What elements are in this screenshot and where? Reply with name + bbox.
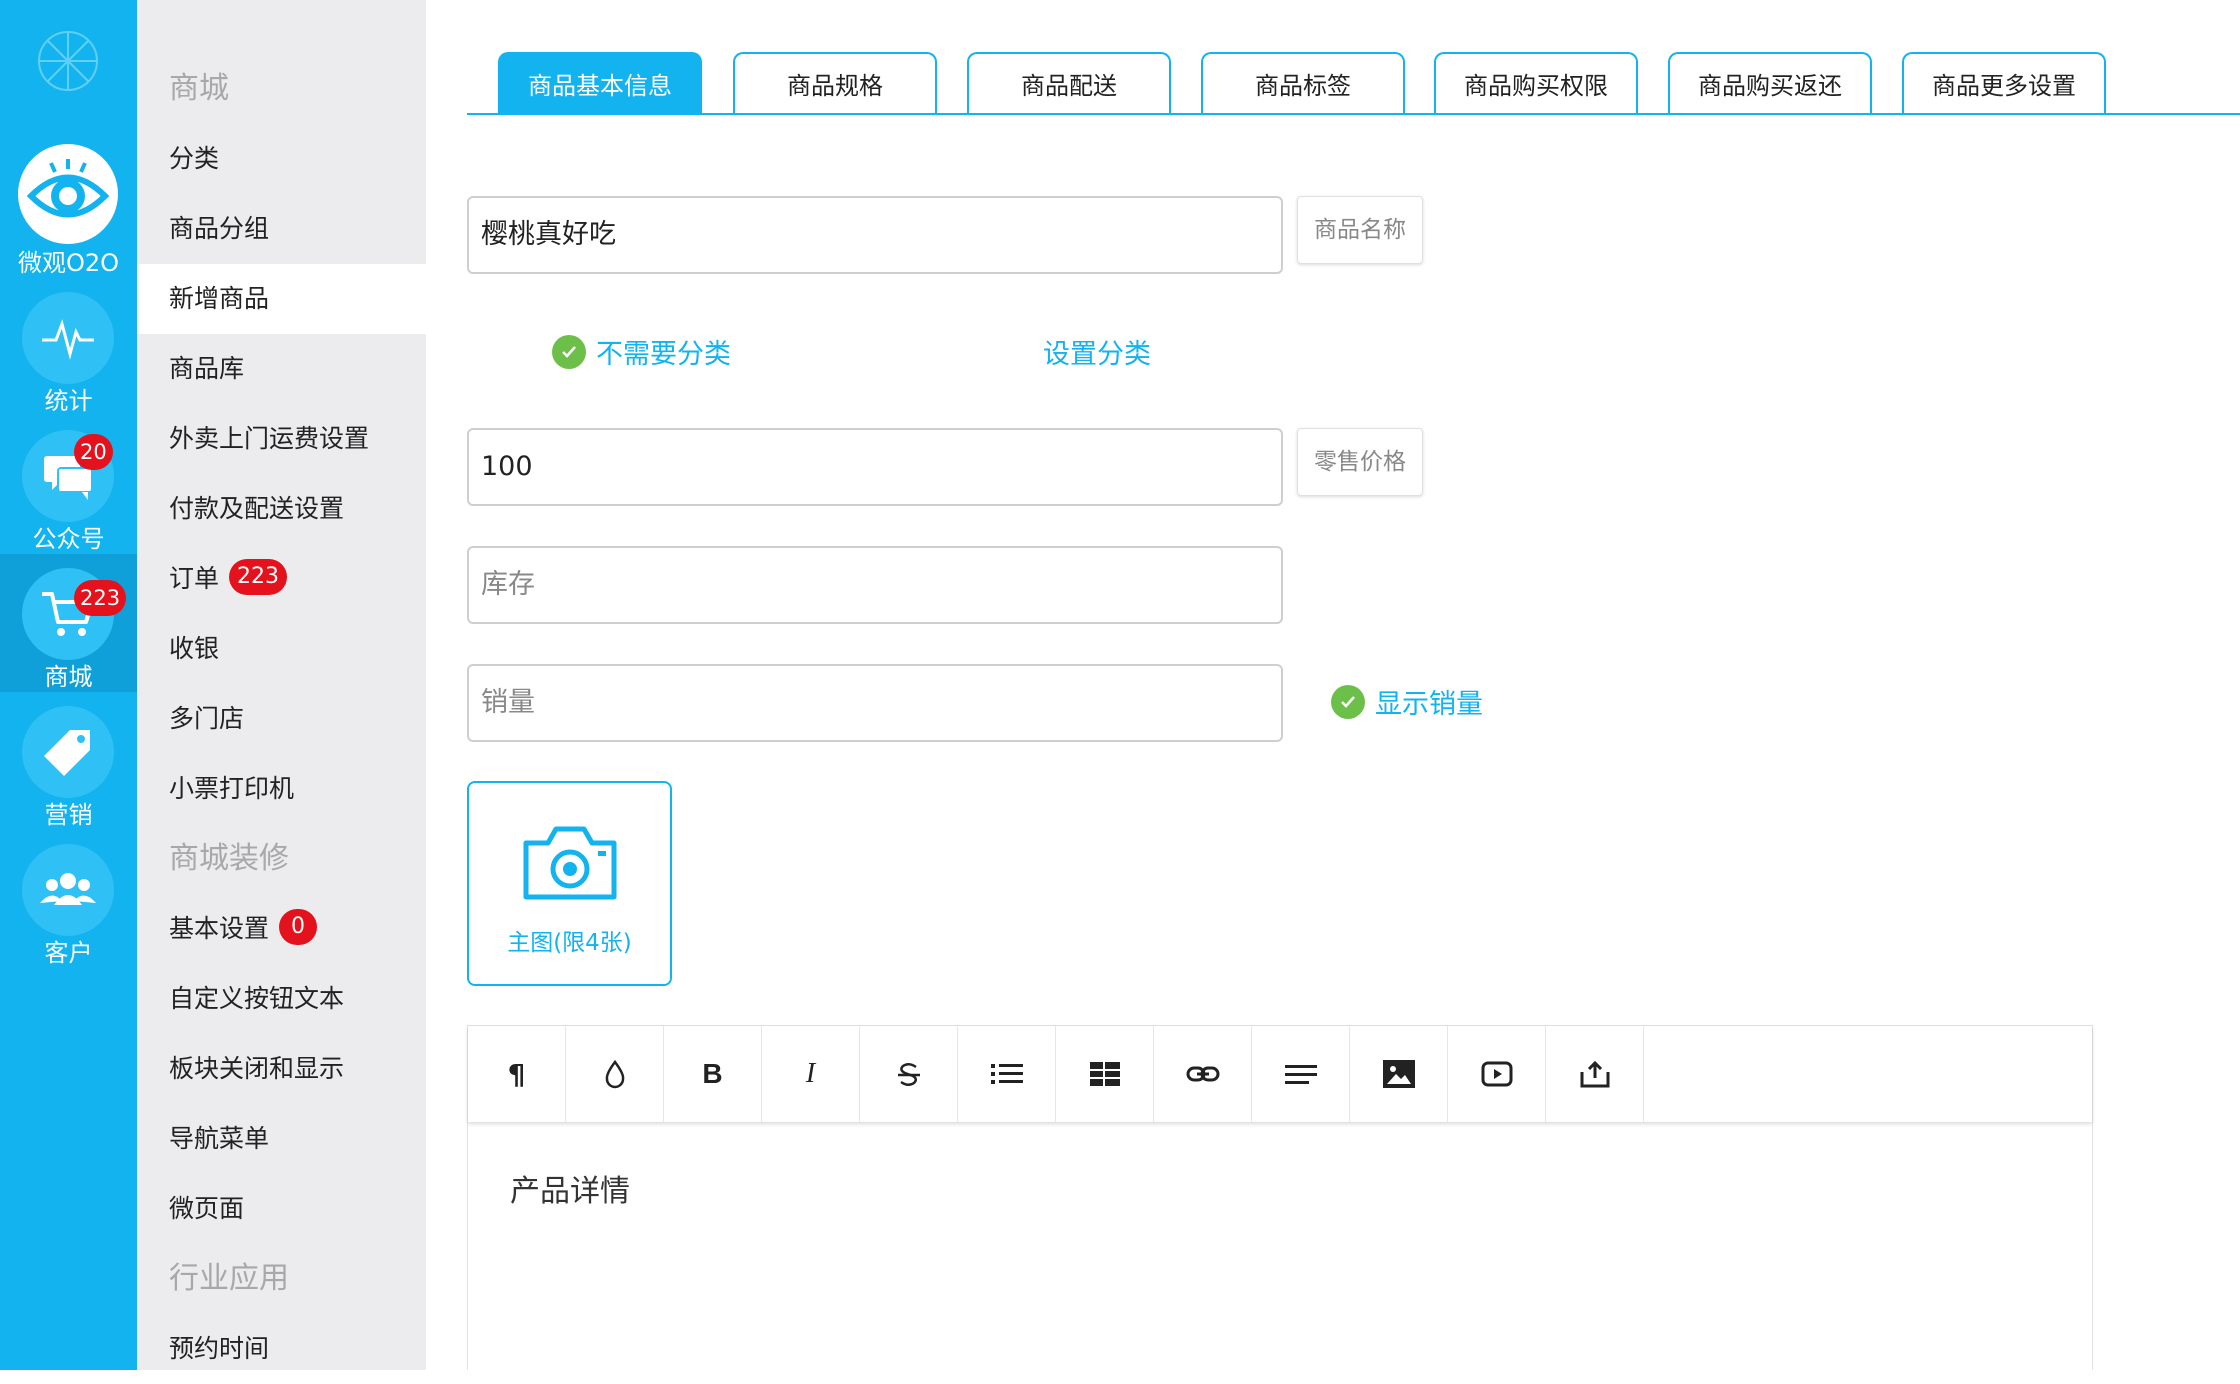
list-icon [990, 1064, 1023, 1084]
settings-badge: 0 [279, 909, 318, 945]
product-name-label: 商品名称 [1297, 196, 1423, 264]
editor-body-placeholder[interactable]: 产品详情 [510, 1166, 630, 1210]
align-button[interactable] [1252, 1026, 1350, 1122]
menu-item-basic-settings[interactable]: 基本设置 0 [137, 894, 426, 964]
rail-label: 商城 [44, 663, 93, 691]
rail-item-wechat[interactable]: 20 公众号 [0, 416, 137, 554]
notification-badge: 223 [74, 580, 127, 616]
tab-delivery[interactable]: 商品配送 [967, 52, 1171, 114]
menu-item-label: 订单 [169, 564, 220, 593]
tab-basic-info[interactable]: 商品基本信息 [498, 52, 702, 114]
check-icon [1331, 684, 1365, 719]
image-button[interactable] [1350, 1026, 1448, 1122]
menu-item-micro-page[interactable]: 微页面 [137, 1174, 426, 1244]
video-icon [1481, 1061, 1512, 1087]
rail-label: 公众号 [32, 525, 105, 553]
menu-item-custom-button-text[interactable]: 自定义按钮文本 [137, 964, 426, 1034]
menu-item-block-toggle[interactable]: 板块关闭和显示 [137, 1034, 426, 1104]
rail-item-stats[interactable]: 统计 [0, 278, 137, 416]
rail-item-marketing[interactable]: 营销 [0, 692, 137, 830]
icon-rail: 微观O2O 统计 20 公众号 223 商城 营销 客户 [0, 0, 137, 1370]
color-drop-icon [605, 1059, 624, 1089]
menu-section-mall: 商城 [169, 71, 229, 106]
strikethrough-icon [897, 1063, 920, 1086]
rail-label: 营销 [44, 801, 93, 829]
align-icon [1284, 1065, 1317, 1084]
users-icon [40, 873, 96, 905]
rich-text-editor: ¶ B I 产品详情 [467, 1025, 2093, 1370]
secondary-menu: 商城 分类 商品分组 新增商品 商品库 外卖上门运费设置 付款及配送设置 订单 2… [137, 0, 426, 1370]
menu-item-nav-menu[interactable]: 导航菜单 [137, 1104, 426, 1174]
italic-button[interactable]: I [762, 1026, 860, 1122]
camera-icon [523, 826, 617, 900]
retail-price-label: 零售价格 [1297, 428, 1423, 496]
rail-label: 统计 [44, 387, 93, 415]
notification-badge: 20 [74, 434, 113, 470]
strikethrough-button[interactable] [860, 1026, 958, 1122]
menu-item-multi-store[interactable]: 多门店 [137, 684, 426, 754]
tab-tags[interactable]: 商品标签 [1201, 52, 1405, 114]
eye-icon [26, 159, 110, 218]
logo [0, 0, 137, 130]
show-sales-label: 显示销量 [1375, 689, 1483, 720]
italic-icon: I [805, 1058, 816, 1089]
bold-button[interactable]: B [664, 1026, 762, 1122]
menu-item-new-product[interactable]: 新增商品 [137, 264, 426, 334]
menu-item-product-library[interactable]: 商品库 [137, 334, 426, 404]
retail-price-input[interactable]: 100 [467, 428, 1283, 506]
stock-input[interactable]: 库存 [467, 546, 1283, 624]
menu-item-label: 基本设置 [169, 914, 270, 943]
editor-toolbar: ¶ B I [468, 1026, 2092, 1122]
paragraph-icon: ¶ [507, 1057, 526, 1091]
sales-input[interactable]: 销量 [467, 664, 1283, 742]
pulse-icon [42, 319, 94, 360]
rail-item-mall[interactable]: 223 商城 [0, 554, 137, 692]
table-icon [1089, 1062, 1120, 1086]
tab-purchase-rebate[interactable]: 商品购买返还 [1668, 52, 1872, 114]
tabs-underline [467, 113, 2240, 115]
link-icon [1186, 1066, 1219, 1082]
tag-icon [44, 730, 90, 776]
check-icon [552, 334, 586, 369]
menu-item-orders[interactable]: 订单 223 [137, 544, 426, 614]
menu-section-industry: 行业应用 [169, 1261, 289, 1296]
orders-badge: 223 [229, 559, 288, 595]
no-category-label: 不需要分类 [596, 339, 731, 370]
product-name-input[interactable]: 樱桃真好吃 [467, 196, 1283, 274]
tab-specs[interactable]: 商品规格 [733, 52, 937, 114]
link-button[interactable] [1154, 1026, 1252, 1122]
upload-button[interactable] [1546, 1026, 1644, 1122]
color-button[interactable] [566, 1026, 664, 1122]
tab-more-settings[interactable]: 商品更多设置 [1902, 52, 2106, 114]
menu-item-category[interactable]: 分类 [137, 124, 426, 194]
show-sales-option[interactable]: 显示销量 [1331, 682, 1483, 721]
rail-label: 微观O2O [17, 249, 120, 277]
no-category-option[interactable]: 不需要分类 [552, 332, 731, 371]
video-button[interactable] [1448, 1026, 1546, 1122]
table-button[interactable] [1056, 1026, 1154, 1122]
menu-item-cashier[interactable]: 收银 [137, 614, 426, 684]
rail-item-o2o[interactable]: 微观O2O [0, 140, 137, 278]
bold-icon: B [702, 1058, 723, 1089]
menu-item-delivery-fee[interactable]: 外卖上门运费设置 [137, 404, 426, 474]
menu-item-booking-time[interactable]: 预约时间 [137, 1314, 426, 1384]
upload-label: 主图(限4张) [507, 930, 632, 956]
menu-item-product-group[interactable]: 商品分组 [137, 194, 426, 264]
rail-label: 客户 [44, 939, 93, 967]
rail-item-customers[interactable]: 客户 [0, 830, 137, 968]
menu-item-payment-settings[interactable]: 付款及配送设置 [137, 474, 426, 544]
paragraph-button[interactable]: ¶ [468, 1026, 566, 1122]
menu-section-decoration: 商城装修 [169, 841, 289, 876]
main-image-upload[interactable]: 主图(限4张) [467, 781, 672, 986]
set-category-link[interactable]: 设置分类 [1043, 332, 1151, 371]
image-icon [1382, 1060, 1415, 1088]
tab-purchase-permission[interactable]: 商品购买权限 [1434, 52, 1638, 114]
logo-icon [38, 31, 98, 91]
menu-item-receipt-printer[interactable]: 小票打印机 [137, 754, 426, 824]
upload-icon [1580, 1060, 1609, 1088]
list-button[interactable] [958, 1026, 1056, 1122]
